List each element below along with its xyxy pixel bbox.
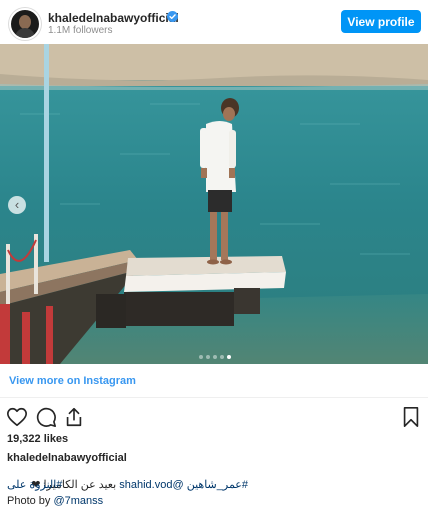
followers-count: 1.1M followers bbox=[48, 25, 113, 36]
avatar[interactable] bbox=[9, 8, 41, 40]
comment-icon[interactable] bbox=[35, 406, 57, 428]
carousel-prev-button[interactable]: ‹ bbox=[8, 196, 26, 214]
carousel-dot-active bbox=[227, 355, 231, 359]
carousel-dot bbox=[206, 355, 210, 359]
carousel-dots bbox=[199, 346, 234, 359]
caption-username[interactable]: khaledelnabawyofficial bbox=[7, 452, 127, 464]
view-profile-button[interactable]: View profile bbox=[341, 10, 421, 33]
carousel-dot bbox=[199, 355, 203, 359]
caption-mention[interactable]: @shahid.vod bbox=[119, 479, 183, 491]
caption-hashtag[interactable]: #عمر_شاهين bbox=[187, 479, 248, 491]
photo-credit-mention[interactable]: @7manss bbox=[53, 495, 103, 507]
divider bbox=[0, 397, 428, 398]
post-header: khaledelnabawyofficial 1.1M followers Vi… bbox=[0, 0, 428, 44]
photo-credit-label: Photo by bbox=[7, 495, 51, 507]
carousel-dot bbox=[220, 355, 224, 359]
chevron-left-icon: ‹ bbox=[14, 197, 20, 212]
likes-count[interactable]: 19,322 likes bbox=[7, 433, 68, 445]
caption-line-2[interactable]: #النزوة على bbox=[7, 478, 62, 491]
view-more-link[interactable]: View more on Instagram bbox=[9, 375, 136, 387]
profile-username[interactable]: khaledelnabawyofficial bbox=[48, 11, 179, 25]
post-image[interactable]: ‹ bbox=[0, 44, 428, 364]
verified-badge-icon bbox=[167, 11, 178, 22]
carousel-dot bbox=[213, 355, 217, 359]
bookmark-icon[interactable] bbox=[400, 406, 422, 428]
avatar-face bbox=[19, 15, 31, 29]
heart-icon[interactable] bbox=[6, 406, 28, 428]
caption-line-3: Photo by @7manss bbox=[7, 495, 103, 507]
share-icon[interactable] bbox=[63, 406, 85, 428]
beach-photo bbox=[0, 44, 428, 364]
avatar-body bbox=[15, 28, 35, 38]
caption-line-1: #عمر_شاهين @shahid.vod بعيد عن الكاميرا … bbox=[31, 478, 248, 491]
